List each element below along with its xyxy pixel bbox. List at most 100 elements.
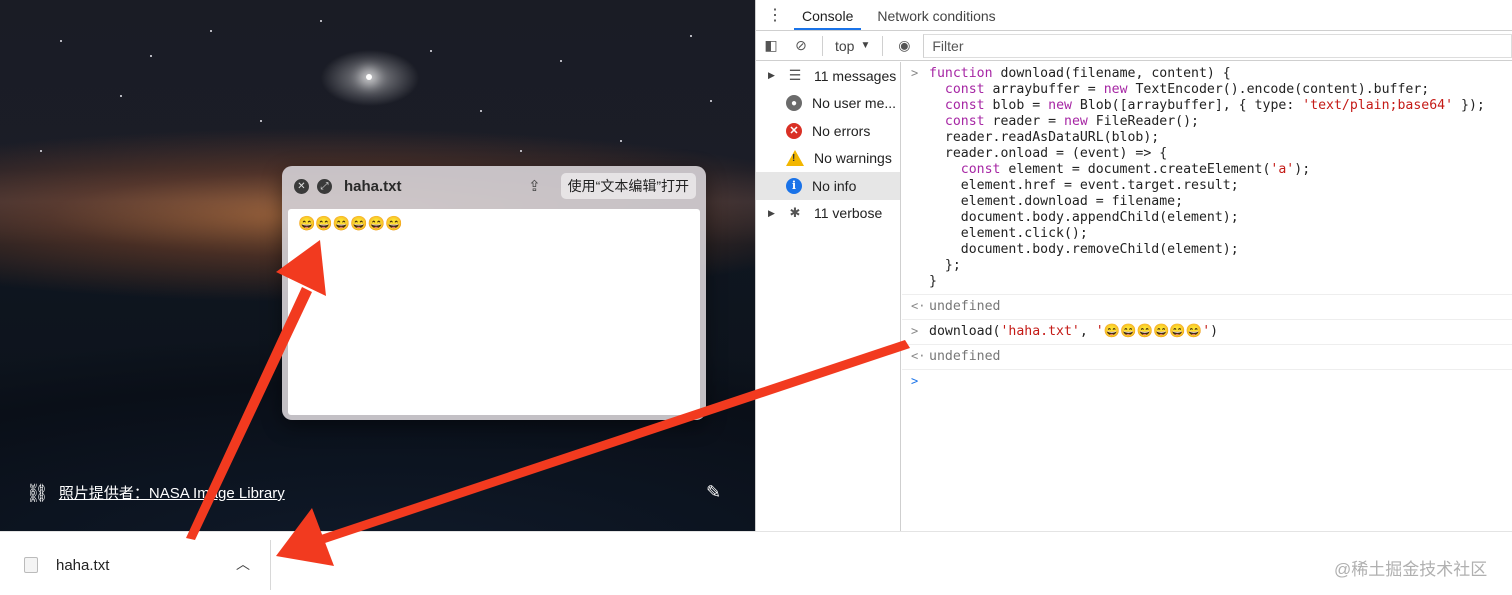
code-line: reader.onload = (event) => { xyxy=(929,146,1168,161)
star xyxy=(620,140,622,142)
code-line: } xyxy=(929,274,937,289)
open-with-button[interactable]: 使用“文本编辑”打开 xyxy=(560,173,696,199)
download-bar: haha.txt ︿ @稀土掘金技术社区 xyxy=(0,531,1512,595)
warning-icon: ! xyxy=(786,149,804,167)
bug-icon: ✱ xyxy=(789,205,801,221)
screen: ⛓ 照片提供者：NASA Image Library ✎ ✕ ⤢ haha.tx… xyxy=(0,0,1512,595)
star xyxy=(120,95,122,97)
call-sep: , xyxy=(1079,324,1096,339)
file-content-text: 😄😄😄😄😄😄 xyxy=(298,215,403,231)
code-line: download('haha.txt', '😄😄😄😄😄😄') xyxy=(929,324,1512,340)
star xyxy=(480,110,482,112)
watermark: @稀土掘金技术社区 xyxy=(1334,560,1488,579)
console-output: > function download(filename, content) {… xyxy=(902,62,1512,531)
star xyxy=(60,40,62,42)
quicklook-content: 😄😄😄😄😄😄 xyxy=(288,209,700,415)
call-prefix: download( xyxy=(929,324,1001,339)
bright-star xyxy=(366,74,372,80)
toolbar-divider xyxy=(882,35,884,56)
user-icon: ● xyxy=(786,95,802,112)
sidebar-item-messages[interactable]: ▶ ☰ 11 messages xyxy=(756,62,900,90)
code-line: const reader = new FileReader(); xyxy=(944,114,1199,129)
result-value: undefined xyxy=(929,349,1001,364)
code-line: document.body.appendChild(element); xyxy=(929,210,1239,225)
code-line: element.download = filename; xyxy=(929,194,1184,209)
more-options-icon[interactable]: ⋮ xyxy=(756,0,794,30)
context-label: top xyxy=(835,37,855,54)
star xyxy=(210,30,212,32)
devtools-panel: ⋮ Console Network conditions ◧ ⊘ top ▼ ◉… xyxy=(755,0,1512,531)
tab-network-conditions[interactable]: Network conditions xyxy=(869,0,1003,30)
star xyxy=(560,60,562,62)
devtools-tabbar: ⋮ Console Network conditions xyxy=(756,0,1512,31)
close-icon[interactable]: ✕ xyxy=(294,178,309,194)
code-line: reader.readAsDataURL(blob); xyxy=(929,130,1160,145)
share-icon[interactable]: ⇪ xyxy=(528,177,541,195)
download-divider xyxy=(270,540,271,590)
info-icon: i xyxy=(786,177,802,194)
fullscreen-icon[interactable]: ⤢ xyxy=(317,178,332,194)
expand-arrow-icon[interactable]: ▶ xyxy=(768,70,780,81)
clear-console-icon[interactable]: ⊘ xyxy=(786,37,816,54)
call-suffix: ) xyxy=(1210,324,1219,339)
console-result-entry: <· undefined xyxy=(902,345,1512,370)
context-selector[interactable]: top ▼ xyxy=(829,38,876,54)
console-prompt-icon: > xyxy=(911,374,919,388)
sidebar-toggle-icon[interactable]: ◧ xyxy=(756,37,786,54)
sidebar-item-user-messages[interactable]: ● No user me... xyxy=(756,90,900,118)
sidebar-item-label: No info xyxy=(812,177,857,194)
console-input-entry: > function download(filename, content) {… xyxy=(902,62,1512,295)
console-result-entry: <· undefined xyxy=(902,295,1512,320)
new-tab-page: ⛓ 照片提供者：NASA Image Library ✎ ✕ ⤢ haha.tx… xyxy=(0,0,755,531)
call-arg-content: '😄😄😄😄😄😄' xyxy=(1095,324,1211,339)
file-icon xyxy=(24,557,38,573)
photo-credit-text: 照片提供者：NASA Image Library xyxy=(58,485,285,502)
toolbar-divider xyxy=(822,35,823,56)
input-prompt-icon: > xyxy=(911,324,919,338)
filter-input[interactable]: Filter xyxy=(923,33,1512,58)
sidebar-item-label: No warnings xyxy=(814,150,892,167)
live-expression-eye-icon[interactable]: ◉ xyxy=(889,37,919,54)
sidebar-item-label: 11 messages xyxy=(814,67,897,84)
console-input-entry: > download('haha.txt', '😄😄😄😄😄😄') xyxy=(902,320,1512,345)
star xyxy=(260,120,262,122)
console-prompt-entry[interactable]: > xyxy=(902,370,1512,394)
console-input[interactable] xyxy=(929,374,1512,390)
console-sidebar: ▶ ☰ 11 messages ● No user me... ✕ No err… xyxy=(756,62,901,531)
chevron-up-icon[interactable]: ︿ xyxy=(236,554,250,574)
star xyxy=(40,150,42,152)
star xyxy=(690,35,692,37)
code-line: }; xyxy=(929,258,961,273)
sidebar-item-info[interactable]: i No info xyxy=(756,172,900,200)
call-arg-filename: 'haha.txt' xyxy=(1000,324,1080,339)
sidebar-item-verbose[interactable]: ▶ ✱ 11 verbose xyxy=(756,200,900,228)
sidebar-item-warnings[interactable]: ! No warnings xyxy=(756,145,900,173)
code-line: element.click(); xyxy=(929,226,1088,241)
star xyxy=(430,50,432,52)
input-prompt-icon: > xyxy=(911,66,919,80)
quicklook-title: haha.txt xyxy=(344,177,402,195)
sidebar-item-label: No errors xyxy=(812,122,871,139)
photo-credit-link[interactable]: ⛓ 照片提供者：NASA Image Library xyxy=(26,482,285,503)
result-arrow-icon: <· xyxy=(911,349,926,363)
result-value: undefined xyxy=(929,299,1001,314)
quicklook-titlebar: ✕ ⤢ haha.txt ⇪ 使用“文本编辑”打开 xyxy=(282,166,706,206)
download-file-name[interactable]: haha.txt xyxy=(56,557,109,574)
code-line: const blob = new Blob([arraybuffer], { t… xyxy=(944,98,1485,113)
code-line: const arraybuffer = new TextEncoder().en… xyxy=(944,82,1430,97)
tab-console[interactable]: Console xyxy=(794,0,862,30)
dropdown-triangle-icon: ▼ xyxy=(860,40,871,51)
code-line: const element = document.createElement('… xyxy=(960,162,1311,177)
star xyxy=(320,20,322,22)
code-line: function download(filename, content) { xyxy=(929,66,1231,81)
sidebar-item-label: 11 verbose xyxy=(814,205,883,222)
sidebar-item-errors[interactable]: ✕ No errors xyxy=(756,117,900,145)
code-line: document.body.removeChild(element); xyxy=(929,242,1239,257)
error-icon: ✕ xyxy=(786,122,802,139)
sidebar-item-label: No user me... xyxy=(812,95,897,112)
expand-arrow-icon[interactable]: ▶ xyxy=(768,208,780,219)
list-icon: ☰ xyxy=(788,67,802,84)
star xyxy=(520,150,522,152)
pencil-icon[interactable]: ✎ xyxy=(706,482,721,503)
star xyxy=(710,100,712,102)
